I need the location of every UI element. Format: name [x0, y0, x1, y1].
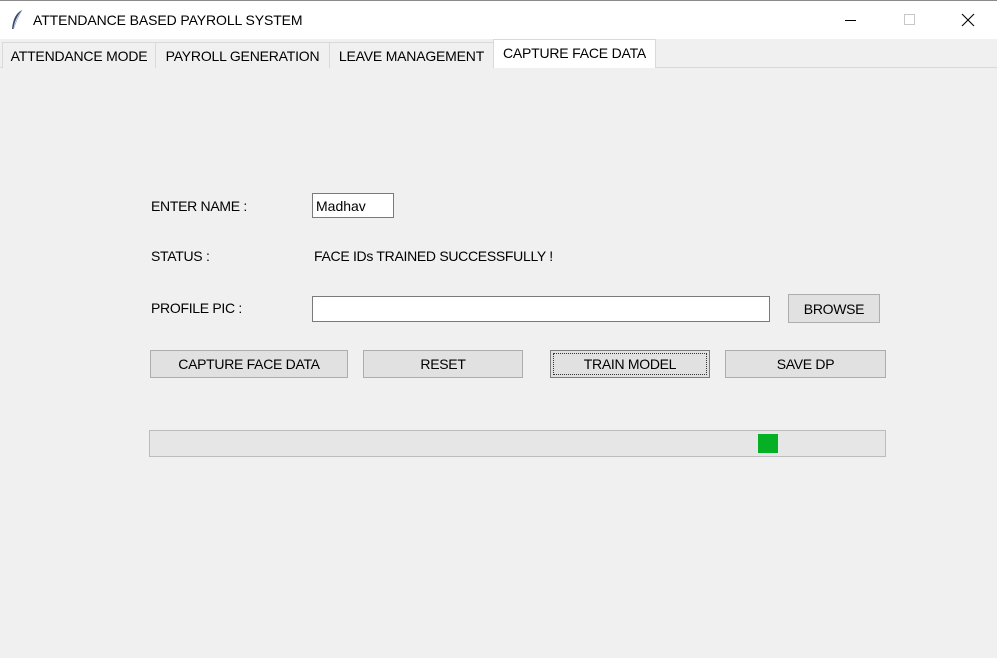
title-bar: ATTENDANCE BASED PAYROLL SYSTEM: [0, 0, 997, 39]
progress-indicator: [758, 434, 778, 453]
maximize-icon: [903, 14, 915, 25]
close-icon: [961, 13, 974, 27]
tab-payroll-generation[interactable]: PAYROLL GENERATION: [155, 42, 330, 68]
tab-capture-face-data[interactable]: CAPTURE FACE DATA: [493, 39, 656, 68]
close-button[interactable]: [938, 1, 997, 39]
window-title: ATTENDANCE BASED PAYROLL SYSTEM: [33, 12, 303, 28]
maximize-button[interactable]: [880, 1, 939, 39]
capture-face-data-button[interactable]: CAPTURE FACE DATA: [150, 350, 348, 378]
tab-attendance-mode[interactable]: ATTENDANCE MODE: [2, 42, 156, 68]
focus-ring: [553, 353, 707, 375]
minimize-icon: [844, 20, 856, 21]
name-label: ENTER NAME :: [151, 198, 247, 214]
training-progress-bar: [149, 430, 886, 457]
save-dp-button[interactable]: SAVE DP: [725, 350, 886, 378]
status-label: STATUS :: [151, 248, 210, 264]
status-message: FACE IDs TRAINED SUCCESSFULLY !: [314, 248, 553, 264]
reset-button[interactable]: RESET: [363, 350, 523, 378]
train-model-button[interactable]: TRAIN MODEL: [550, 350, 710, 378]
minimize-button[interactable]: [821, 1, 880, 39]
tab-leave-management[interactable]: LEAVE MANAGEMENT: [329, 42, 494, 68]
feather-icon: [12, 9, 23, 30]
tab-bar: ATTENDANCE MODE PAYROLL GENERATION LEAVE…: [0, 39, 997, 68]
name-input[interactable]: [312, 193, 394, 218]
browse-button[interactable]: BROWSE: [788, 294, 880, 323]
profile-pic-path-input[interactable]: [312, 296, 770, 322]
profile-pic-label: PROFILE PIC :: [151, 300, 243, 316]
